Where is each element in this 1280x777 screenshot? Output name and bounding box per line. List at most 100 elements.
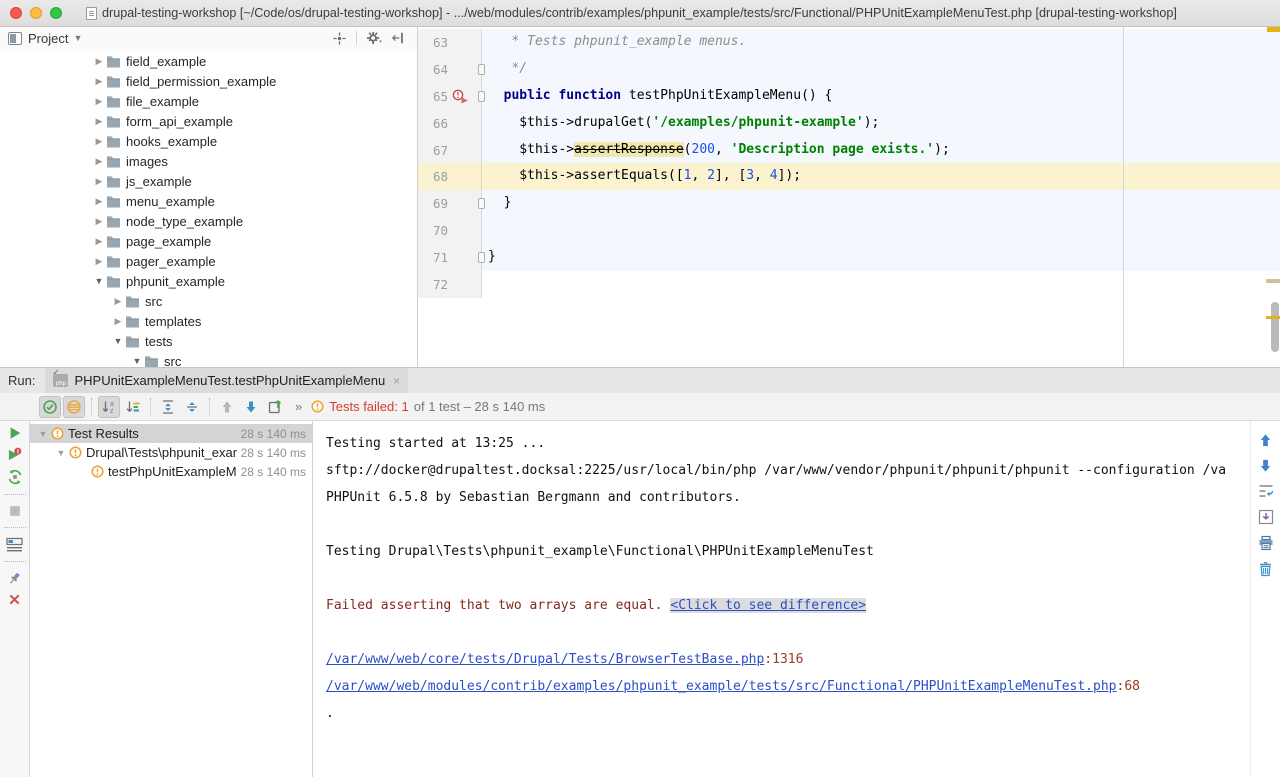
gutter[interactable]: 67 bbox=[418, 137, 482, 164]
run-configuration-tab[interactable]: php✓ PHPUnitExampleMenuTest.testPhpUnitE… bbox=[45, 368, 408, 393]
tree-item-form_api_example[interactable]: ▶form_api_example bbox=[0, 111, 417, 131]
auto-test-icon[interactable] bbox=[7, 469, 23, 485]
chevron-collapsed-icon[interactable]: ▶ bbox=[92, 236, 106, 247]
tree-item-hooks_example[interactable]: ▶hooks_example bbox=[0, 131, 417, 151]
test-node-Drupal-Tests-phpunit-example[interactable]: ▼Drupal\Tests\phpunit_example28 s 140 ms bbox=[30, 443, 312, 462]
gutter[interactable]: 66 bbox=[418, 110, 482, 137]
tree-item-templates[interactable]: ▶templates bbox=[0, 311, 417, 331]
chevron-collapsed-icon[interactable]: ▶ bbox=[111, 296, 125, 307]
prev-failed-button[interactable] bbox=[216, 396, 238, 418]
rerun-icon[interactable] bbox=[8, 426, 22, 440]
tree-item-images[interactable]: ▶images bbox=[0, 151, 417, 171]
tree-item-src[interactable]: ▶src bbox=[0, 291, 417, 311]
layout-icon[interactable] bbox=[6, 537, 23, 552]
tree-item-phpunit_example[interactable]: ▼phpunit_example bbox=[0, 271, 417, 291]
more-actions-icon[interactable]: » bbox=[295, 399, 301, 414]
editor-line-67[interactable]: 67 $this->assertResponse(200, 'Descripti… bbox=[418, 137, 1280, 164]
inspection-status-marker[interactable] bbox=[1267, 27, 1280, 32]
chevron-collapsed-icon[interactable]: ▶ bbox=[111, 316, 125, 327]
rerun-failed-icon[interactable] bbox=[7, 447, 23, 462]
clear-icon[interactable] bbox=[1258, 561, 1273, 577]
code-text[interactable]: } bbox=[482, 190, 1280, 217]
gutter[interactable]: 72 bbox=[418, 271, 482, 298]
tree-item-pager_example[interactable]: ▶pager_example bbox=[0, 251, 417, 271]
editor-line-72[interactable]: 72 bbox=[418, 271, 1280, 298]
fold-marker[interactable] bbox=[478, 198, 485, 209]
tree-item-tests[interactable]: ▼tests bbox=[0, 331, 417, 351]
gutter[interactable]: 69 bbox=[418, 190, 482, 217]
test-console[interactable]: Testing started at 13:25 ...sftp://docke… bbox=[313, 421, 1250, 777]
chevron-down-icon[interactable]: ▼ bbox=[73, 33, 82, 43]
code-text[interactable]: * Tests phpunit_example menus. bbox=[482, 29, 1280, 56]
chevron-collapsed-icon[interactable]: ▶ bbox=[92, 156, 106, 167]
code-text[interactable]: public function testPhpUnitExampleMenu()… bbox=[482, 83, 1280, 110]
chevron-collapsed-icon[interactable]: ▶ bbox=[92, 56, 106, 67]
chevron-expanded-icon[interactable]: ▼ bbox=[92, 276, 106, 286]
chevron-expanded-icon[interactable]: ▼ bbox=[130, 356, 144, 366]
tree-item-node_type_example[interactable]: ▶node_type_example bbox=[0, 211, 417, 231]
editor-scrollbar[interactable] bbox=[1271, 302, 1279, 352]
editor-line-71[interactable]: 71} bbox=[418, 244, 1280, 271]
gutter[interactable]: 70 bbox=[418, 217, 482, 244]
show-ignored-button[interactable] bbox=[63, 396, 85, 418]
import-tests-button[interactable] bbox=[264, 396, 286, 418]
chevron-expanded-icon[interactable]: ▼ bbox=[54, 448, 68, 458]
soft-wrap-icon[interactable] bbox=[1258, 483, 1274, 499]
collapse-all-button[interactable] bbox=[181, 396, 203, 418]
minimize-window-button[interactable] bbox=[30, 7, 42, 19]
editor-line-70[interactable]: 70 bbox=[418, 217, 1280, 244]
gutter[interactable]: 65 bbox=[418, 83, 482, 110]
locate-icon[interactable] bbox=[332, 31, 347, 46]
gear-icon[interactable] bbox=[366, 31, 382, 45]
chevron-collapsed-icon[interactable]: ▶ bbox=[92, 136, 106, 147]
code-text[interactable] bbox=[482, 217, 1280, 244]
editor-line-63[interactable]: 63 * Tests phpunit_example menus. bbox=[418, 29, 1280, 56]
sort-duration-button[interactable] bbox=[122, 396, 144, 418]
chevron-collapsed-icon[interactable]: ▶ bbox=[92, 116, 106, 127]
close-red-icon[interactable] bbox=[8, 593, 21, 606]
editor-line-69[interactable]: 69 } bbox=[418, 190, 1280, 217]
warning-stripe-mark[interactable] bbox=[1266, 279, 1280, 283]
nav-down-icon[interactable] bbox=[1258, 458, 1273, 473]
expand-all-button[interactable] bbox=[157, 396, 179, 418]
sort-alpha-button[interactable]: az bbox=[98, 396, 120, 418]
console-link[interactable]: /var/www/web/modules/contrib/examples/ph… bbox=[326, 679, 1117, 694]
stop-icon[interactable] bbox=[8, 504, 22, 518]
editor-line-68[interactable]: 68 $this->assertEquals([1, 2], [3, 4]); bbox=[418, 163, 1280, 190]
code-text[interactable] bbox=[482, 271, 1280, 298]
chevron-collapsed-icon[interactable]: ▶ bbox=[92, 256, 106, 267]
gutter[interactable]: 68 bbox=[418, 163, 482, 190]
chevron-collapsed-icon[interactable]: ▶ bbox=[92, 196, 106, 207]
editor-line-66[interactable]: 66 $this->drupalGet('/examples/phpunit-e… bbox=[418, 110, 1280, 137]
code-editor[interactable]: 63 * Tests phpunit_example menus.64 */65… bbox=[418, 27, 1280, 367]
hide-panel-icon[interactable] bbox=[391, 31, 405, 45]
nav-up-icon[interactable] bbox=[1258, 433, 1273, 448]
next-failed-button[interactable] bbox=[240, 396, 262, 418]
code-text[interactable]: } bbox=[482, 244, 1280, 271]
test-node-Test-Results[interactable]: ▼Test Results28 s 140 ms bbox=[30, 424, 312, 443]
tree-item-js_example[interactable]: ▶js_example bbox=[0, 171, 417, 191]
tree-item-file_example[interactable]: ▶file_example bbox=[0, 91, 417, 111]
tree-item-field_permission_example[interactable]: ▶field_permission_example bbox=[0, 71, 417, 91]
tree-item-src[interactable]: ▼src bbox=[0, 351, 417, 367]
chevron-collapsed-icon[interactable]: ▶ bbox=[92, 76, 106, 87]
code-text[interactable]: $this->assertResponse(200, 'Description … bbox=[482, 137, 1280, 164]
scroll-end-icon[interactable] bbox=[1258, 509, 1274, 525]
print-icon[interactable] bbox=[1258, 535, 1274, 551]
code-text[interactable]: $this->assertEquals([1, 2], [3, 4]); bbox=[482, 163, 1280, 190]
console-link[interactable]: /var/www/web/core/tests/Drupal/Tests/Bro… bbox=[326, 652, 764, 667]
current-line-stripe-mark[interactable] bbox=[1266, 316, 1280, 319]
tree-item-page_example[interactable]: ▶page_example bbox=[0, 231, 417, 251]
chevron-collapsed-icon[interactable]: ▶ bbox=[92, 176, 106, 187]
fold-marker[interactable] bbox=[478, 64, 485, 75]
chevron-collapsed-icon[interactable]: ▶ bbox=[92, 96, 106, 107]
fold-marker[interactable] bbox=[478, 252, 485, 263]
fold-marker[interactable] bbox=[478, 91, 485, 102]
editor-line-64[interactable]: 64 */ bbox=[418, 56, 1280, 83]
chevron-expanded-icon[interactable]: ▼ bbox=[111, 336, 125, 346]
show-passed-button[interactable] bbox=[39, 396, 61, 418]
test-failed-icon[interactable] bbox=[452, 89, 469, 104]
project-panel-title[interactable]: Project bbox=[28, 31, 68, 46]
code-text[interactable]: */ bbox=[482, 56, 1280, 83]
tree-item-menu_example[interactable]: ▶menu_example bbox=[0, 191, 417, 211]
